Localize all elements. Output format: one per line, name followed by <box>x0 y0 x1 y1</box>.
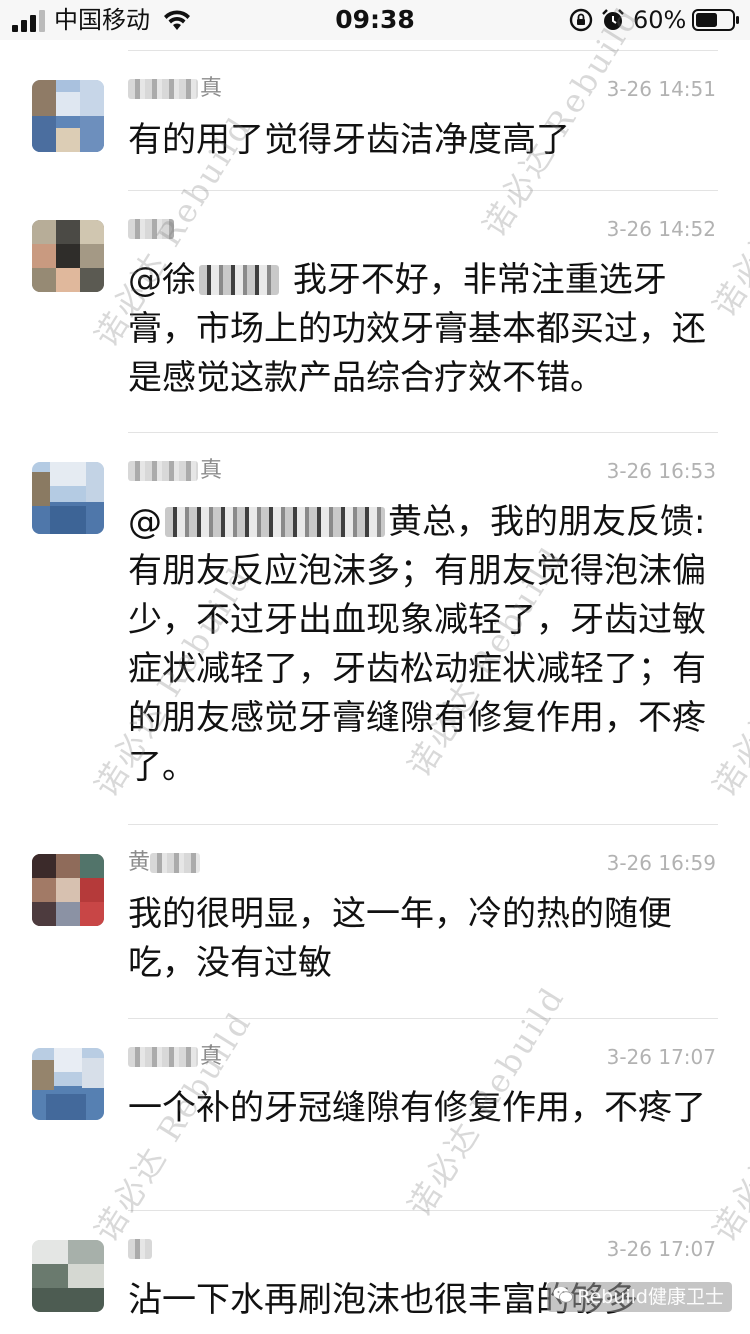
redacted-blur <box>128 461 198 481</box>
message-item[interactable]: 3-26 17:07 沾一下水再刷泡沫也很丰富的够多 <box>0 1210 750 1334</box>
message-text: 一个补的牙冠缝隙有修复作用，不疼了 <box>128 1088 706 1128</box>
redacted-blur <box>165 507 385 537</box>
avatar[interactable] <box>32 462 104 534</box>
sender-name: 真 <box>128 1044 222 1070</box>
avatar-image <box>32 220 104 292</box>
message-text: 我的很明显，这一年，冷的热的随便吃，没有过敏 <box>128 894 672 983</box>
rotation-lock-icon <box>569 8 593 32</box>
channel-badge: Rebuild健康卫士 <box>547 1282 732 1312</box>
avatar-image <box>32 1048 104 1120</box>
message-divider <box>128 824 718 825</box>
avatar-image <box>32 80 104 152</box>
message-item[interactable]: 真 3-26 17:07 一个补的牙冠缝隙有修复作用，不疼了 <box>0 1018 750 1210</box>
avatar[interactable] <box>32 1240 104 1312</box>
status-bar: 中国移动 09:38 60% <box>0 0 750 40</box>
message-divider <box>128 1018 718 1019</box>
wechat-icon <box>553 1287 574 1303</box>
avatar[interactable] <box>32 1048 104 1120</box>
avatar-image <box>32 1240 104 1312</box>
message-item[interactable]: 真 3-26 16:53 @ 黄总，我的朋友反馈:有朋友反应泡沫多；有朋友觉得泡沫… <box>0 432 750 824</box>
avatar-image <box>32 462 104 534</box>
message-item[interactable]: 黄 3-26 16:59 我的很明显，这一年，冷的热的随便吃，没有过敏 <box>0 824 750 1018</box>
redacted-blur <box>128 1047 198 1067</box>
alarm-icon <box>602 9 624 30</box>
message-text: @ 黄总，我的朋友反馈:有朋友反应泡沫多；有朋友觉得泡沫偏少，不过牙出血现象减轻了… <box>128 502 706 787</box>
message-time: 3-26 16:59 <box>606 851 716 875</box>
redacted-blur <box>199 265 279 295</box>
avatar[interactable] <box>32 220 104 292</box>
message-list[interactable]: 真 3-26 14:51 有的用了觉得牙齿洁净度高了 3-26 14:52 @徐… <box>0 40 750 1334</box>
redacted-blur <box>150 853 201 873</box>
message-time: 3-26 16:53 <box>606 459 716 483</box>
message-time: 3-26 17:07 <box>606 1045 716 1069</box>
sender-name <box>128 1236 154 1262</box>
message-item[interactable]: 真 3-26 14:51 有的用了觉得牙齿洁净度高了 <box>0 50 750 190</box>
message-divider <box>128 1210 718 1211</box>
message-text: @徐 我牙不好，非常注重选牙膏，市场上的功效牙膏基本都买过，还是感觉这款产品综合… <box>128 260 706 398</box>
sender-name <box>128 216 176 242</box>
channel-badge-text: Rebuild健康卫士 <box>577 1286 724 1308</box>
message-time: 3-26 17:07 <box>606 1237 716 1261</box>
battery-percent: 60% <box>633 6 687 34</box>
message-text: 有的用了觉得牙齿洁净度高了 <box>128 120 570 160</box>
message-time: 3-26 14:52 <box>606 217 716 241</box>
redacted-blur <box>128 219 174 239</box>
sender-name: 真 <box>128 76 222 102</box>
redacted-blur <box>128 79 198 99</box>
message-divider <box>128 190 718 191</box>
message-divider <box>128 432 718 433</box>
avatar-image <box>32 854 104 926</box>
sender-name: 真 <box>128 458 222 484</box>
message-divider <box>128 50 718 51</box>
message-time: 3-26 14:51 <box>606 77 716 101</box>
avatar[interactable] <box>32 854 104 926</box>
avatar[interactable] <box>32 80 104 152</box>
battery-icon <box>692 9 739 31</box>
message-item[interactable]: 3-26 14:52 @徐 我牙不好，非常注重选牙膏，市场上的功效牙膏基本都买过… <box>0 190 750 432</box>
redacted-blur <box>128 1239 152 1259</box>
sender-name: 黄 <box>128 850 202 876</box>
